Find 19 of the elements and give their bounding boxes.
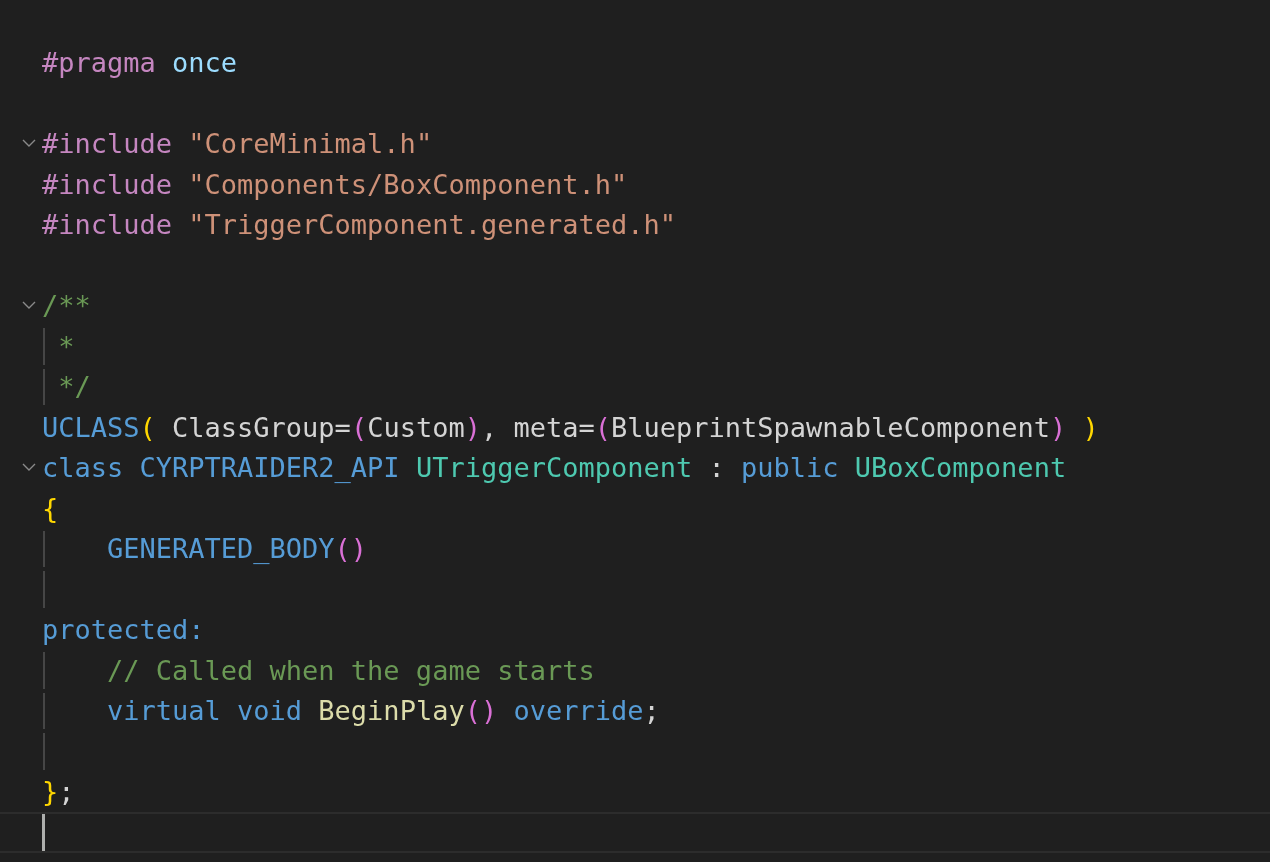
- chevron-down-icon[interactable]: [22, 463, 36, 473]
- text-cursor: [42, 814, 45, 851]
- code-line: UCLASS( ClassGroup=(Custom), meta=(BlueprintSpawnableComponent) ): [42, 411, 1099, 443]
- code-line: // Called when the game starts: [106, 654, 595, 686]
- code-line: protected:: [42, 614, 205, 646]
- code-line: #include "TriggerComponent.generated.h": [42, 209, 676, 241]
- code-line: class CYRPTRAIDER2_API UTriggerComponent : public UBoxComponent: [42, 452, 1067, 484]
- code-line: #pragma once: [42, 47, 238, 79]
- code-line: GENERATED_BODY(): [106, 533, 368, 565]
- chevron-down-icon[interactable]: [22, 139, 36, 149]
- code-line: #include "CoreMinimal.h": [42, 128, 433, 160]
- code-line: #include "Components/BoxComponent.h": [42, 168, 628, 200]
- code-line: /**: [42, 290, 91, 322]
- code-line: virtual void BeginPlay() override;: [106, 695, 660, 727]
- code-line: };: [42, 776, 75, 808]
- code-line: *: [57, 330, 75, 362]
- chevron-down-icon[interactable]: [22, 301, 36, 311]
- code-line: */: [57, 371, 91, 403]
- code-line: {: [42, 492, 59, 524]
